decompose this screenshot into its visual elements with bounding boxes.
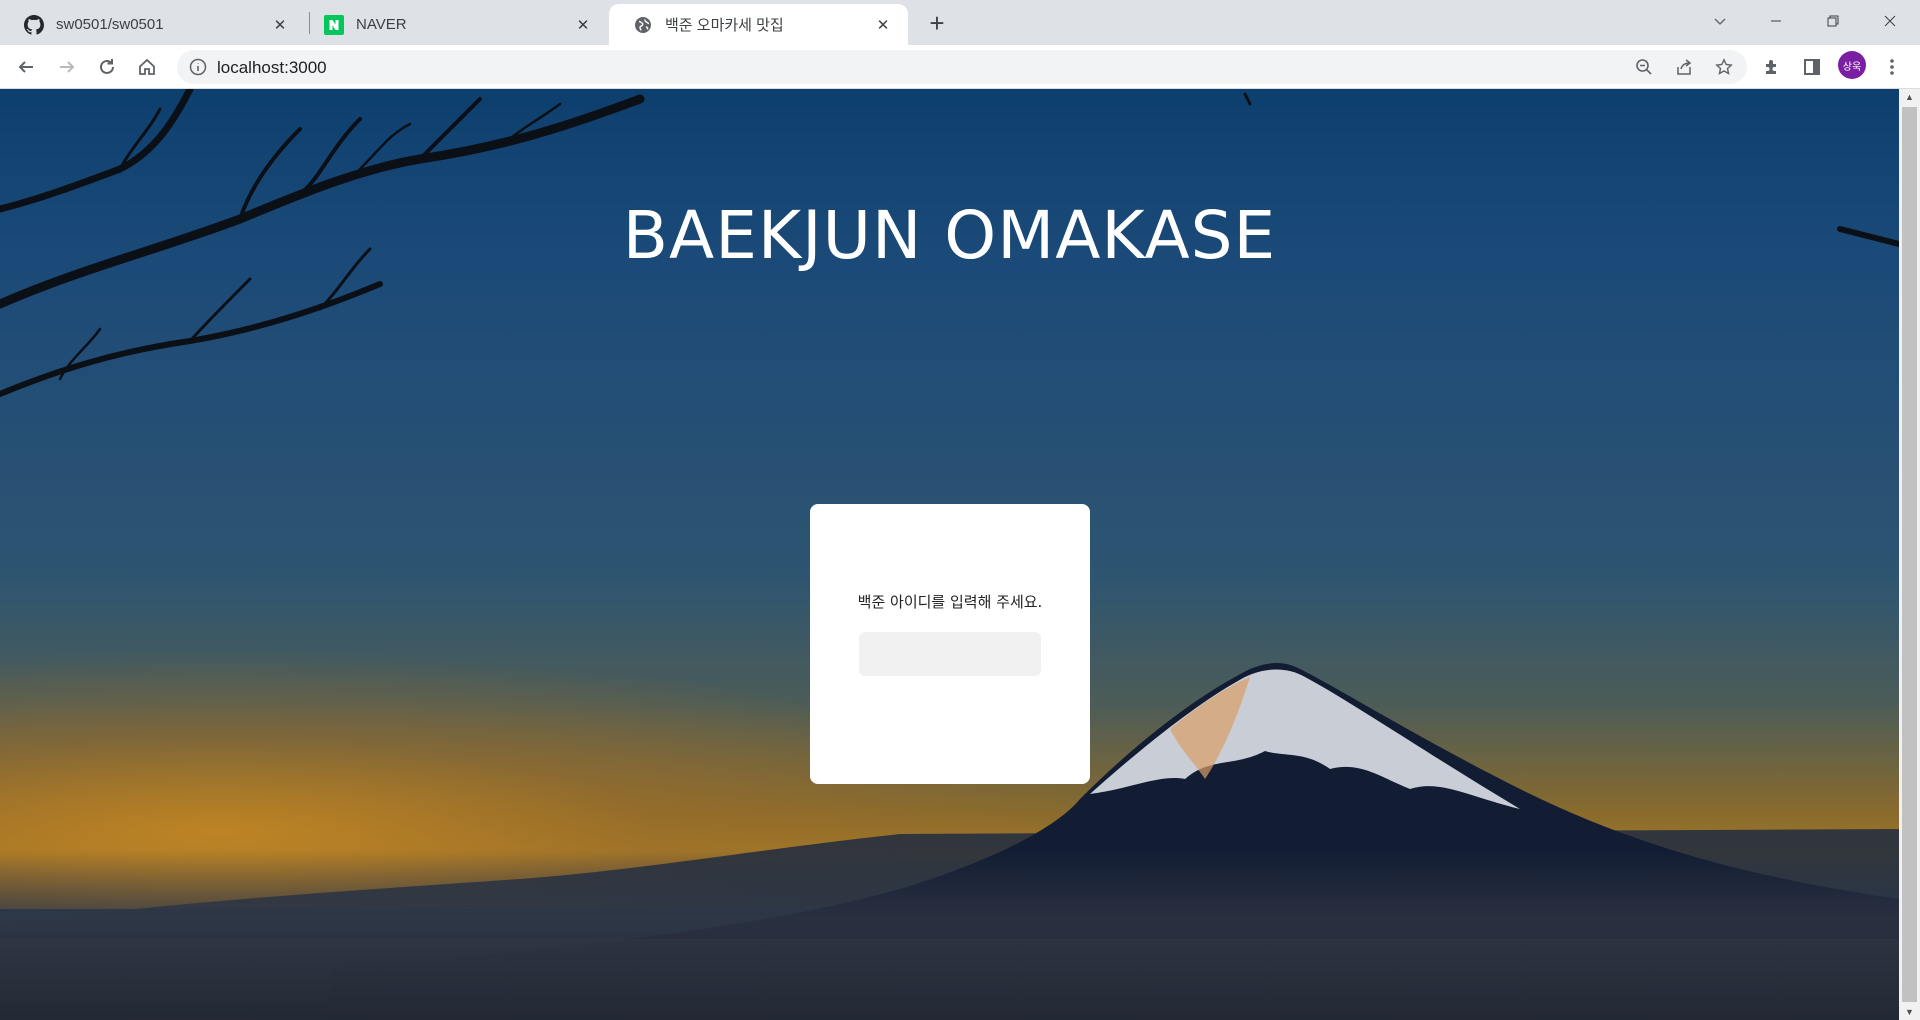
- extensions-icon[interactable]: [1756, 51, 1788, 83]
- close-icon[interactable]: ✕: [572, 14, 594, 36]
- close-window-button[interactable]: [1870, 6, 1910, 36]
- baekjoon-id-input[interactable]: [859, 632, 1041, 676]
- info-icon[interactable]: [189, 58, 207, 76]
- minimize-button[interactable]: [1756, 6, 1796, 36]
- scroll-up-arrow-icon[interactable]: ▲: [1899, 89, 1920, 105]
- menu-kebab-icon[interactable]: [1876, 51, 1908, 83]
- forward-button[interactable]: [51, 51, 83, 83]
- scroll-down-arrow-icon[interactable]: ▼: [1899, 1004, 1920, 1020]
- restore-button[interactable]: [1813, 6, 1853, 36]
- scroll-thumb[interactable]: [1902, 107, 1917, 1002]
- zoom-icon[interactable]: [1630, 54, 1658, 80]
- tab-title: 백준 오마카세 맛집: [665, 17, 784, 34]
- side-panel-icon[interactable]: [1796, 51, 1828, 83]
- page-title: BAEKJUN OMAKASE: [622, 197, 1277, 274]
- reload-button[interactable]: [91, 51, 123, 83]
- profile-avatar[interactable]: 상욱: [1838, 51, 1866, 79]
- back-button[interactable]: [10, 51, 42, 83]
- share-icon[interactable]: [1670, 54, 1698, 80]
- close-icon[interactable]: ✕: [872, 14, 894, 36]
- tab-github[interactable]: sw0501/sw0501 ✕: [0, 4, 305, 45]
- github-icon: [24, 14, 44, 35]
- home-button[interactable]: [131, 51, 163, 83]
- new-tab-button[interactable]: +: [922, 8, 952, 38]
- address-bar[interactable]: localhost:3000: [177, 50, 1747, 84]
- login-prompt: 백준 아이디를 입력해 주세요.: [857, 593, 1043, 611]
- tab-naver[interactable]: NAVER ✕: [300, 4, 608, 45]
- naver-icon: [324, 14, 344, 35]
- login-card: 백준 아이디를 입력해 주세요.: [810, 504, 1090, 784]
- ground-haze: [0, 849, 1899, 1020]
- browser-toolbar: localhost:3000: [0, 45, 1920, 89]
- tab-title: sw0501/sw0501: [56, 16, 164, 33]
- close-icon[interactable]: ✕: [269, 14, 291, 36]
- tab-title: NAVER: [356, 16, 407, 33]
- tab-baekjun[interactable]: 백준 오마카세 맛집 ✕: [609, 4, 908, 45]
- tab-strip: sw0501/sw0501 ✕ NAVER ✕ 백준 오마카세 맛집 ✕ +: [0, 0, 1920, 45]
- page-scrollbar[interactable]: ▲ ▼: [1899, 89, 1920, 1020]
- page-viewport: BAEKJUN OMAKASE 백준 아이디를 입력해 주세요.: [0, 89, 1899, 1020]
- tab-search-icon[interactable]: [1700, 6, 1740, 36]
- url-text: localhost:3000: [217, 58, 327, 77]
- globe-icon: [633, 15, 653, 35]
- bookmark-star-icon[interactable]: [1710, 54, 1738, 80]
